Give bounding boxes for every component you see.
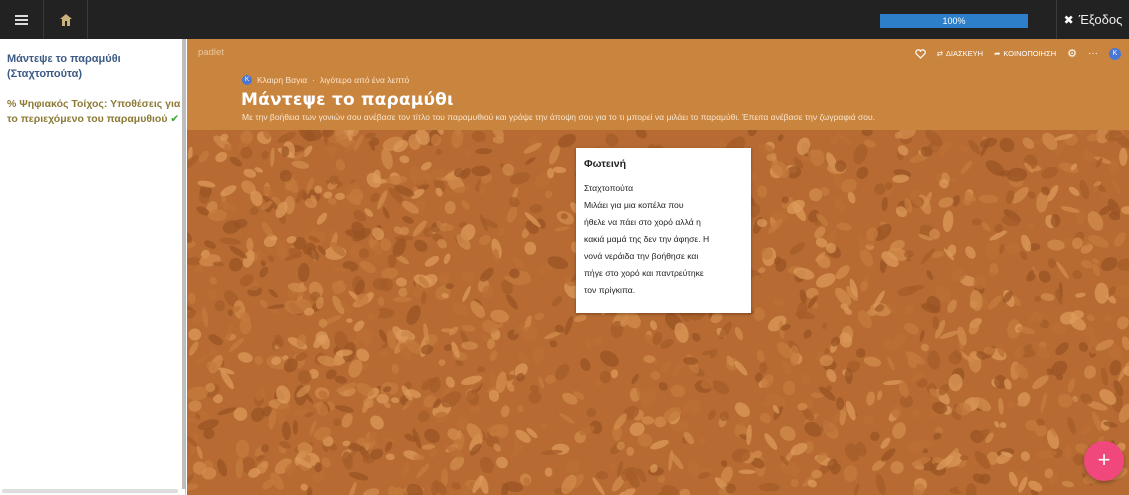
user-avatar[interactable]: K [1109,47,1121,60]
author-name: Κλαιρη Βαγια [257,75,308,85]
remake-icon: ⇄ [936,49,943,58]
progress-bar: 100% [880,14,1028,28]
exit-label: Έξοδος [1078,12,1123,27]
padlet-logo[interactable]: padlet [198,47,224,58]
sidebar-title: Μάντεψε το παραμύθι (Σταχτοπούτα) [7,53,121,80]
share-button[interactable]: ➦ ΚΟΙΝΟΠΟΙΗΣΗ [994,49,1056,58]
progress-label: 100% [942,16,966,26]
sidebar-scrollbar[interactable] [182,39,186,489]
like-button[interactable] [914,48,926,59]
remake-label: ΔΙΑΣΚΕΥΗ [945,49,984,58]
time-ago: λιγότερο από ένα λεπτό [320,75,410,85]
author-avatar: K [242,75,252,85]
post-body: Σταχτοπούτα Μιλάει για μια κοπέλα που ήθ… [584,180,743,299]
sidebar: Μάντεψε το παραμύθι (Σταχτοπούτα) % Ψηφι… [0,39,186,495]
share-icon: ➦ [994,49,1001,58]
close-icon: ✖ [1063,12,1074,27]
post-card[interactable]: Φωτεινή Σταχτοπούτα Μιλάει για μια κοπέλ… [576,148,751,313]
post-line: τον πρίγκιπα. [584,285,636,295]
sidebar-item-label: Ψηφιακός Τοίχος: Υποθέσεις για το περιεχ… [7,98,181,125]
gear-icon: ⚙ [1067,48,1077,60]
padlet-meta: K Κλαιρη Βαγια · λιγότερο από ένα λεπτό [242,75,409,85]
post-line: Σταχτοπούτα [584,183,634,193]
add-post-button[interactable]: + [1084,441,1124,481]
home-icon [59,13,72,26]
more-button[interactable]: ··· [1088,48,1098,59]
post-line: πήγε στο χορό και παντρεύτηκε [584,268,704,278]
header-actions: ⇄ ΔΙΑΣΚΕΥΗ ➦ ΚΟΙΝΟΠΟΙΗΣΗ ⚙ ··· K [914,47,1121,60]
sidebar-horizontal-scrollbar[interactable] [2,489,178,493]
post-author: Φωτεινή [584,158,627,170]
top-bar: 100% ✖ Έξοδος [0,0,1129,39]
padlet-description: Με την βοήθεια των γονιών σου ανέβασε το… [242,112,875,122]
link-icon: % [7,98,17,110]
post-line: νονά νεράιδα την βοήθησε και [584,251,699,261]
settings-button[interactable]: ⚙ [1067,47,1077,60]
home-button[interactable] [44,0,88,39]
remake-button[interactable]: ⇄ ΔΙΑΣΚΕΥΗ [937,49,983,58]
meta-separator: · [312,75,315,85]
sidebar-item-digital-wall[interactable]: % Ψηφιακός Τοίχος: Υποθέσεις για το περι… [7,97,183,127]
heart-icon [914,48,926,59]
post-line: Μιλάει για μια κοπέλα που [584,200,684,210]
post-line: κακιά μαμά της δεν την άφησε. Η [584,234,710,244]
hamburger-icon [15,18,28,21]
menu-button[interactable] [0,0,44,39]
ellipsis-icon: ··· [1088,48,1098,59]
share-label: ΚΟΙΝΟΠΟΙΗΣΗ [1003,49,1057,58]
padlet-board: padlet ⇄ ΔΙΑΣΚΕΥΗ ➦ ΚΟΙΝΟΠΟΙΗΣΗ ⚙ ··· K … [187,39,1129,495]
post-line: ήθελε να πάει στο χορό αλλά η [584,217,701,227]
padlet-title: Μάντεψε το παραμύθι [241,90,454,110]
check-icon: ✔ [170,113,180,125]
exit-button[interactable]: ✖ Έξοδος [1056,0,1129,39]
padlet-header: padlet ⇄ ΔΙΑΣΚΕΥΗ ➦ ΚΟΙΝΟΠΟΙΗΣΗ ⚙ ··· K … [187,39,1129,130]
